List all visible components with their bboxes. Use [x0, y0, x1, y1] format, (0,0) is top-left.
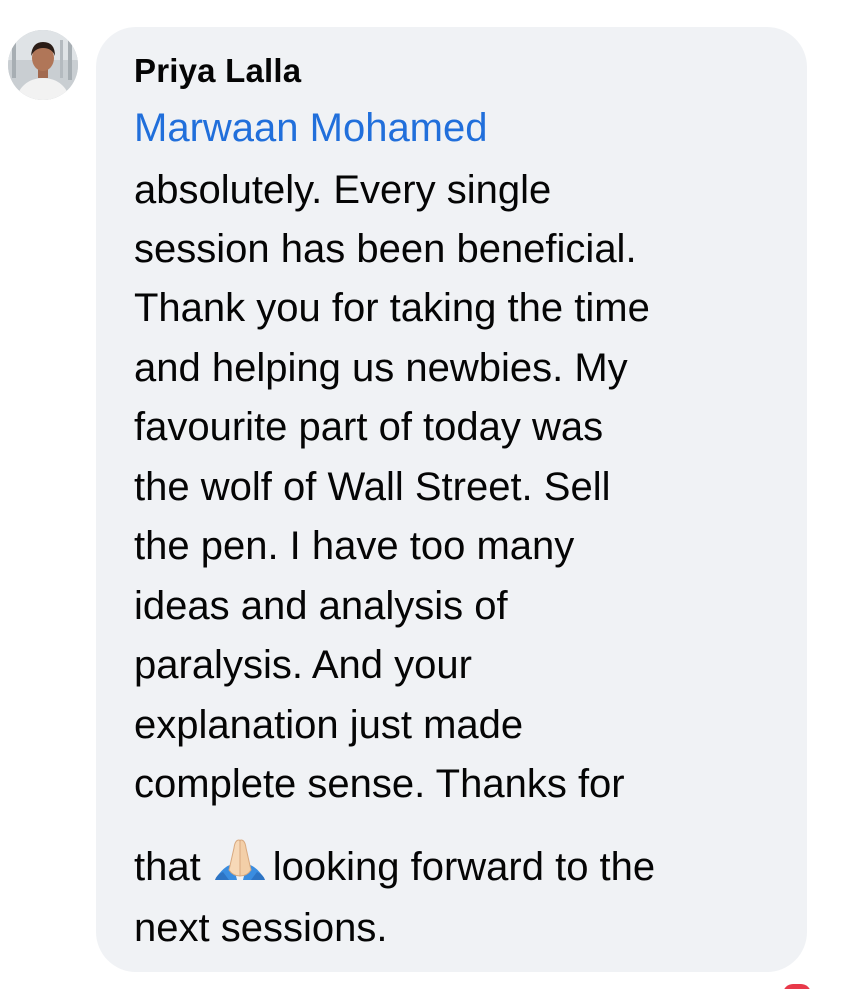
- comment-text-line: Thank you for taking the time: [134, 286, 650, 330]
- comment-text-fragment: looking forward to the: [272, 845, 656, 889]
- avatar-photo: [8, 30, 78, 100]
- comment-text-line: ideas and analysis of: [134, 584, 508, 628]
- comment-text-line: absolutely. Every single: [134, 168, 552, 212]
- comment-text-fragment: that: [134, 845, 201, 889]
- comment-text-line: complete sense. Thanks for: [134, 762, 625, 806]
- comment-text-line: next sessions.: [134, 906, 388, 950]
- mentioned-user-link[interactable]: Marwaan Mohamed: [134, 106, 488, 151]
- comment-text-line: favourite part of today was: [134, 405, 604, 449]
- comment-text-line: and helping us newbies. My: [134, 346, 628, 390]
- comment-author-name[interactable]: Priya Lalla: [134, 52, 301, 90]
- comment-text-line: the pen. I have too many: [134, 524, 575, 568]
- author-avatar[interactable]: [8, 30, 78, 100]
- comment-text-line: the wolf of Wall Street. Sell: [134, 465, 611, 509]
- comment-text-line: explanation just made: [134, 703, 524, 747]
- comment-text-line: paralysis. And your: [134, 643, 472, 687]
- comment-text-line: session has been beneficial.: [134, 227, 637, 271]
- folded-hands-icon: [209, 836, 271, 886]
- comment-text-line-with-emoji: that looking forward to the: [134, 836, 655, 891]
- reaction-badge-icon: [783, 984, 811, 989]
